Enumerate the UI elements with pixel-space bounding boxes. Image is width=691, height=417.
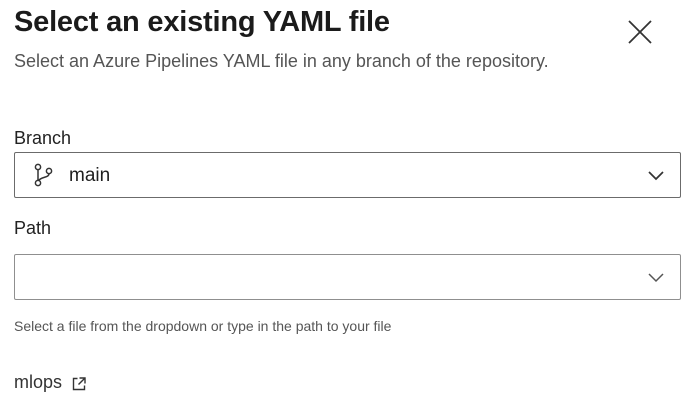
path-helper-text: Select a file from the dropdown or type …: [14, 318, 392, 334]
close-icon: [628, 20, 652, 44]
path-label: Path: [14, 218, 52, 238]
branch-label: Branch: [14, 128, 72, 148]
external-link-icon: [72, 376, 86, 390]
repository-link-text: mlops: [14, 372, 63, 392]
path-dropdown[interactable]: [14, 254, 681, 300]
path-input[interactable]: [16, 256, 636, 298]
repository-link[interactable]: mlops: [14, 372, 87, 393]
branch-value: main: [69, 165, 111, 186]
branch-dropdown[interactable]: main: [14, 152, 681, 198]
branch-icon: [34, 163, 53, 187]
dialog-title: Select an existing YAML file: [14, 6, 390, 38]
dialog-subtitle: Select an Azure Pipelines YAML file in a…: [14, 51, 549, 71]
chevron-down-icon: [648, 171, 664, 181]
close-button[interactable]: [622, 14, 658, 50]
select-yaml-dialog: Select an existing YAML file Select an A…: [0, 0, 691, 417]
chevron-down-icon[interactable]: [646, 269, 666, 285]
